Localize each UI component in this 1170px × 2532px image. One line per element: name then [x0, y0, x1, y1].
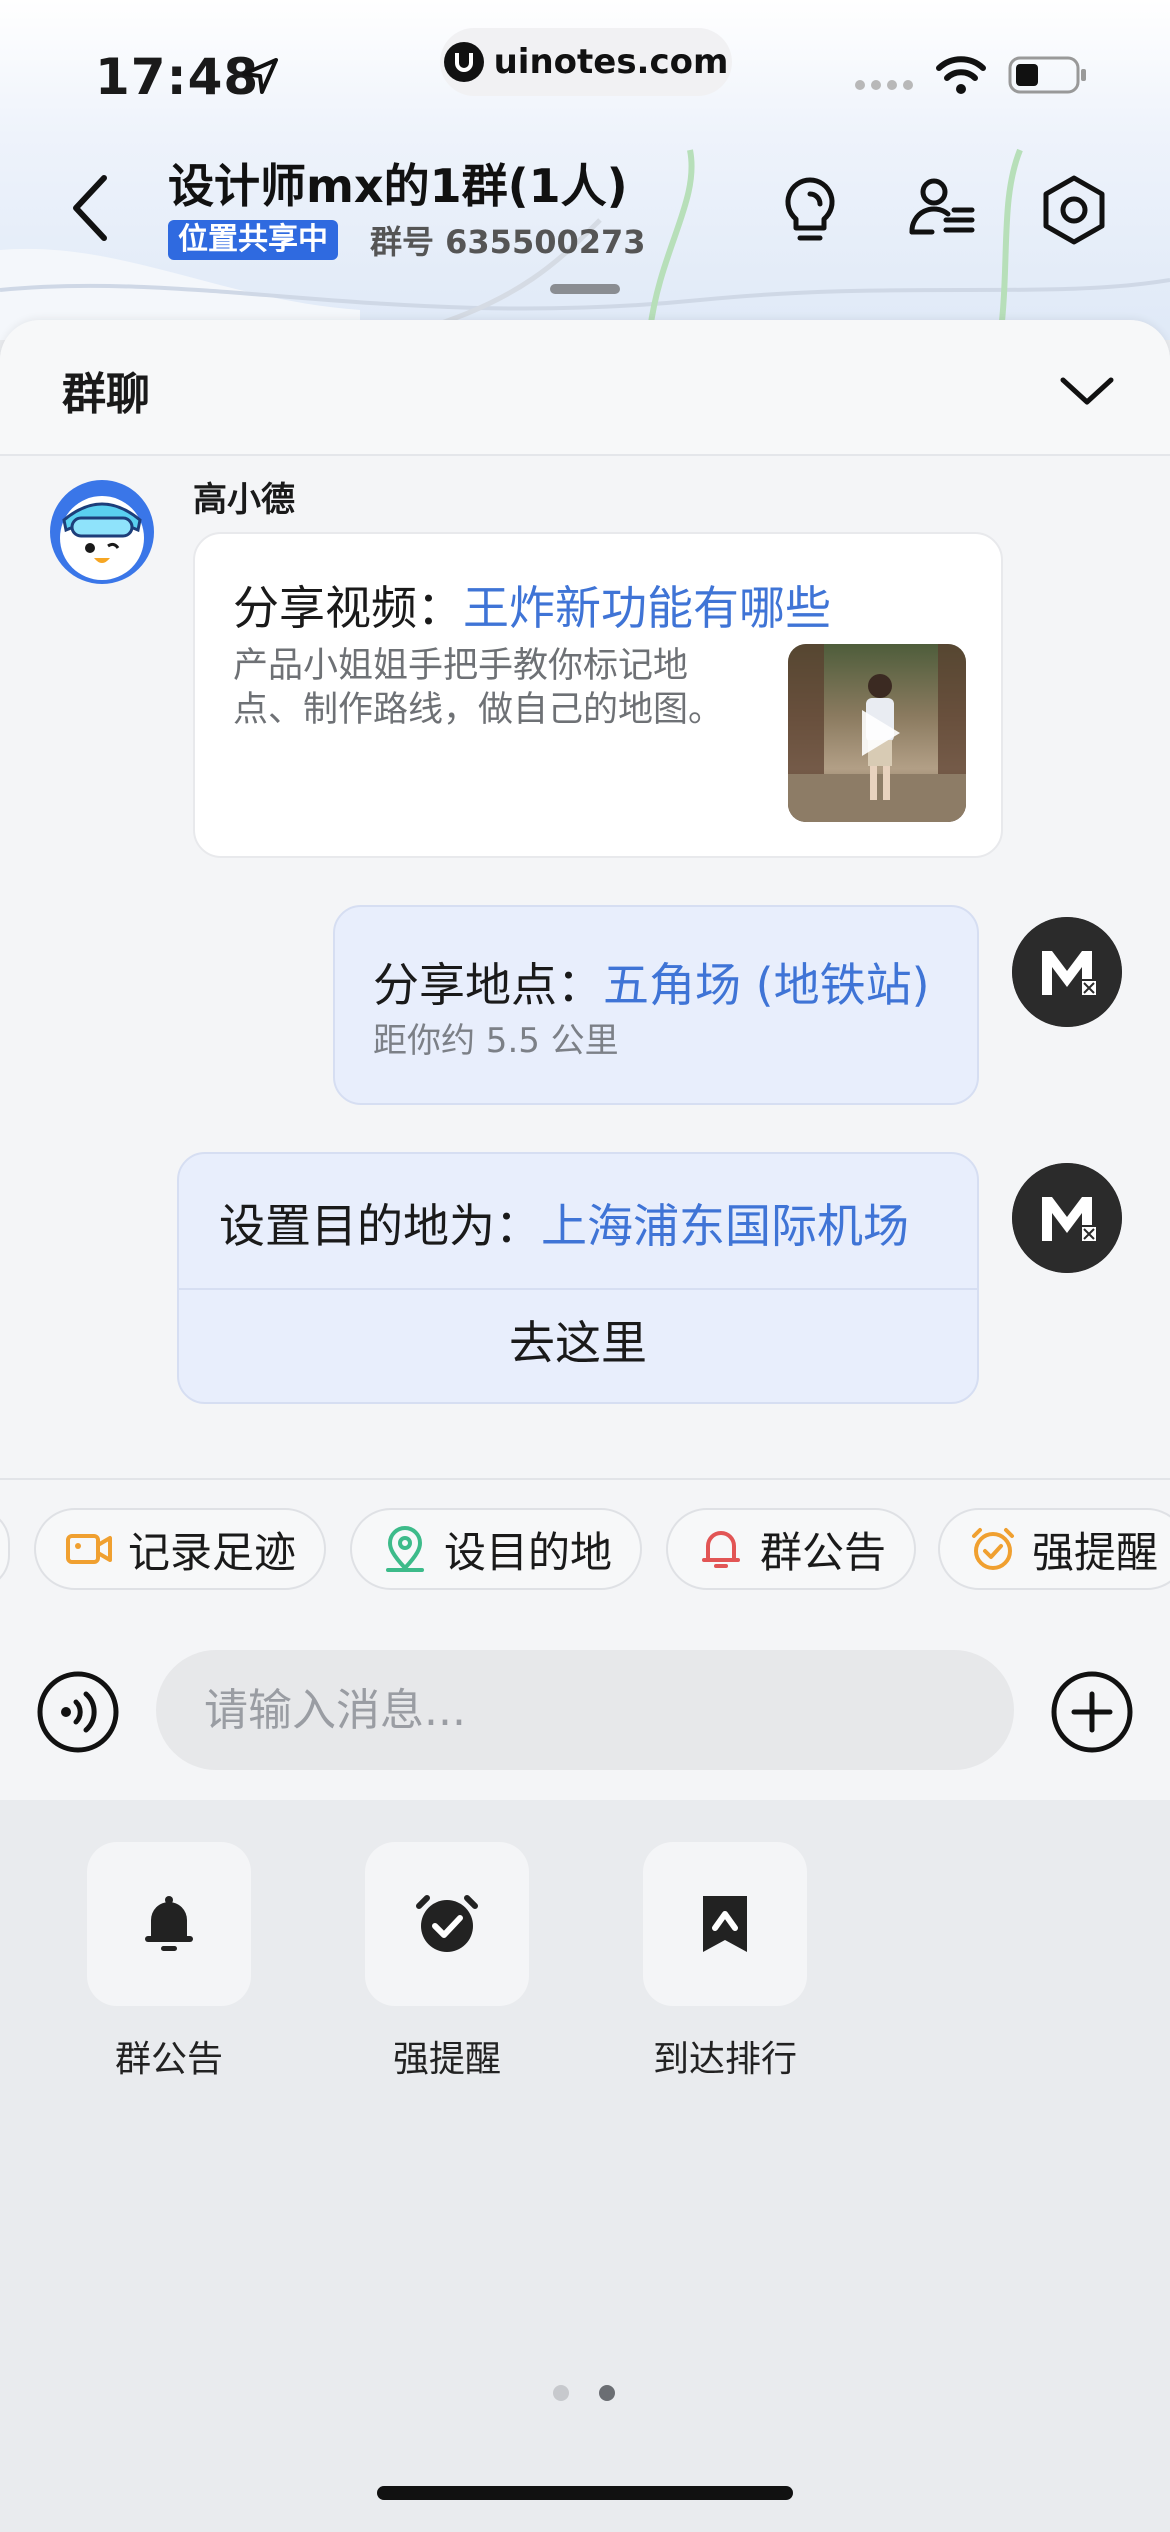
cellular-signal-icon: [855, 80, 913, 90]
location-sharing-badge[interactable]: 位置共享中: [168, 220, 338, 260]
chat-panel-header[interactable]: 群聊: [0, 320, 1170, 456]
chip-label: 记录足迹: [128, 1527, 297, 1577]
drag-handle[interactable]: [550, 284, 620, 294]
group-number: 群号 635500273: [370, 223, 646, 261]
video-link[interactable]: 王炸新功能有哪些: [463, 581, 831, 635]
url-pill[interactable]: uinotes.com: [440, 28, 732, 96]
tool-button[interactable]: [643, 1842, 807, 2006]
video-description: 产品小姐姐手把手教你标记地点、制作路线，做自己的地图。: [233, 646, 724, 730]
quick-action-strong-reminder[interactable]: 强提醒: [938, 1508, 1170, 1590]
page-indicator: [553, 2385, 615, 2401]
message-input[interactable]: [156, 1650, 1014, 1770]
quick-actions-bar: 记录足迹 设目的地 群公告 强提醒: [0, 1478, 1170, 1622]
location-arrow-icon: [242, 58, 278, 94]
shared-video-card[interactable]: 分享视频：王炸新功能有哪些 产品小姐姐手把手教你标记地点、制作路线，做自己的地图…: [193, 532, 1003, 858]
status-bar: 17:48 uinotes.com: [0, 0, 1170, 140]
location-prefix: 分享地点：: [373, 958, 603, 1012]
avatar[interactable]: [1012, 1163, 1122, 1273]
page-dot[interactable]: [553, 2385, 569, 2401]
tool-button[interactable]: [87, 1842, 251, 2006]
bell-icon: [702, 1531, 740, 1568]
distance-text: 距你约 5.5 公里: [373, 1021, 619, 1061]
video-camera-icon: [66, 1534, 112, 1564]
destination-link[interactable]: 上海浦东国际机场: [541, 1199, 909, 1253]
avatar[interactable]: [48, 478, 156, 586]
video-thumbnail[interactable]: [788, 644, 966, 822]
tool-label: 到达排行: [652, 2039, 797, 2080]
tool-button[interactable]: [365, 1842, 529, 2006]
tool-announcement[interactable]: 群公告: [87, 1842, 251, 2082]
location-pin-icon: [386, 1526, 424, 1572]
tool-arrival-ranking[interactable]: 到达排行: [643, 1842, 807, 2082]
site-logo-icon: [443, 42, 484, 82]
bell-icon: [145, 1896, 193, 1951]
member-list-icon[interactable]: [902, 170, 982, 250]
location-title: 分享地点：五角场 (地铁站): [373, 949, 930, 1015]
destination-bubble: 设置目的地为：上海浦东国际机场 去这里: [177, 1152, 979, 1404]
chip-label: 设目的地: [444, 1527, 613, 1577]
quick-action-partial[interactable]: [0, 1508, 10, 1590]
quick-action-record-footprint[interactable]: 记录足迹: [34, 1508, 327, 1590]
battery-icon: [1008, 56, 1086, 94]
quick-action-announcement[interactable]: 群公告: [666, 1508, 917, 1590]
bookmark-up-icon: [703, 1896, 747, 1952]
tool-label: 群公告: [114, 2039, 223, 2080]
chat-panel-title: 群聊: [62, 369, 150, 420]
quick-action-set-destination[interactable]: 设目的地: [350, 1508, 643, 1590]
sender-name: 高小德: [193, 480, 295, 520]
alarm-check-icon: [416, 1895, 478, 1952]
chip-label: 强提醒: [1032, 1527, 1159, 1577]
url-text: uinotes.com: [493, 42, 729, 82]
destination-prefix: 设置目的地为：: [219, 1199, 541, 1253]
wifi-icon: [936, 56, 986, 94]
clock: 17:48: [95, 48, 260, 106]
location-link[interactable]: 五角场 (地铁站): [603, 958, 930, 1012]
shared-location-bubble[interactable]: 分享地点：五角场 (地铁站) 距你约 5.5 公里: [333, 905, 979, 1105]
home-indicator[interactable]: [377, 2486, 793, 2500]
video-card-prefix: 分享视频：: [233, 581, 463, 635]
play-icon[interactable]: [788, 644, 966, 822]
plus-icon[interactable]: [1050, 1670, 1134, 1754]
alarm-clock-icon: [972, 1528, 1014, 1570]
tool-label: 强提醒: [392, 2039, 501, 2080]
composer: [0, 1620, 1170, 1800]
page-dot-active[interactable]: [599, 2385, 615, 2401]
destination-title: 设置目的地为：上海浦东国际机场: [219, 1190, 909, 1256]
voice-input-icon[interactable]: [36, 1670, 120, 1754]
chevron-down-icon[interactable]: [1055, 360, 1119, 420]
settings-hex-icon[interactable]: [1034, 170, 1114, 250]
nav-bar: 设计师mx的1群(1人) 位置共享中 群号 635500273: [0, 140, 1170, 300]
page-title: 设计师mx的1群(1人): [168, 159, 628, 213]
chip-label: 群公告: [760, 1527, 887, 1577]
avatar[interactable]: [1012, 917, 1122, 1027]
tools-panel: 群公告 强提醒 到达排行: [0, 1800, 1170, 2430]
back-button[interactable]: [62, 168, 122, 248]
go-here-button[interactable]: 去这里: [179, 1288, 977, 1402]
video-card-title: 分享视频：王炸新功能有哪些: [233, 572, 831, 638]
lightbulb-icon[interactable]: [770, 170, 850, 250]
tool-strong-reminder[interactable]: 强提醒: [365, 1842, 529, 2082]
